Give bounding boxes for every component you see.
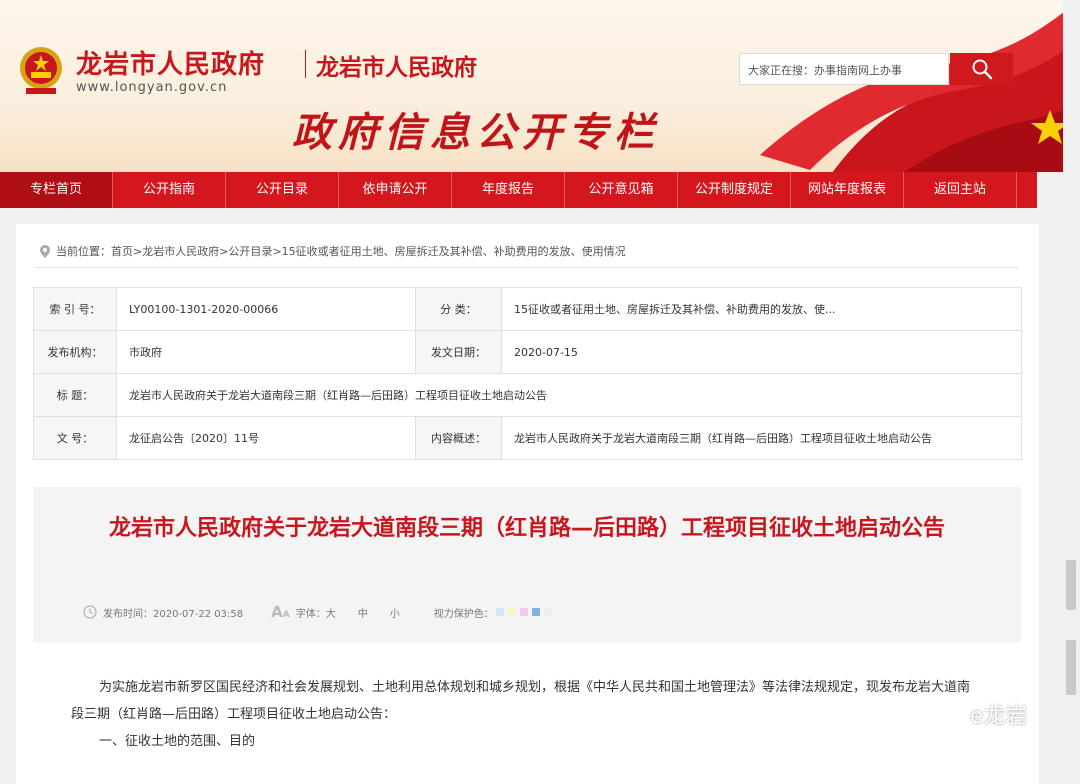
main-nav: 专栏首页 公开指南 公开目录 依申请公开 年度报告 公开意见箱 公开制度规定 网…	[0, 172, 1037, 208]
font-small-button[interactable]: 小	[390, 605, 400, 620]
meta-label: 索 引 号：	[33, 287, 117, 331]
breadcrumb-prefix: 当前位置：	[56, 245, 111, 258]
wechat-icon	[927, 702, 964, 726]
nav-item-home[interactable]: 专栏首页	[0, 172, 113, 208]
nav-item-back-main[interactable]: 返回主站	[904, 172, 1017, 208]
search-box	[739, 53, 949, 85]
breadcrumb-gov[interactable]: 龙岩市人民政府	[142, 243, 219, 259]
meta-label: 内容概述：	[415, 416, 502, 460]
nav-item-guide[interactable]: 公开指南	[113, 172, 226, 208]
site-name[interactable]: 龙岩市人民政府	[76, 44, 265, 81]
meta-date-value: 2020-07-15	[501, 330, 1022, 374]
search-button[interactable]	[950, 53, 1013, 85]
breadcrumb-separator: >	[272, 244, 282, 258]
national-emblem-icon	[20, 47, 62, 94]
banner-title: 政府信息公开专栏	[292, 109, 660, 156]
article-body: 为实施龙岩市新罗区国民经济和社会发展规划、土地利用总体规划和城乡规划，根据《中华…	[71, 674, 981, 755]
article-title: 龙岩市人民政府关于龙岩大道南段三期（红肖路—后田路）工程项目征收土地启动公告	[108, 516, 945, 541]
document-meta-table: 索 引 号： LY00100-1301-2020-00066 分 类： 15征收…	[33, 287, 1022, 460]
eye-color-swatch[interactable]	[543, 608, 552, 616]
search-input[interactable]	[746, 55, 946, 85]
nav-item-mailbox[interactable]: 公开意见箱	[565, 172, 678, 208]
search-icon	[972, 59, 992, 80]
article-header: 龙岩市人民政府关于龙岩大道南段三期（红肖路—后田路）工程项目征收土地启动公告 发…	[33, 487, 1021, 642]
nav-item-rules[interactable]: 公开制度规定	[678, 172, 791, 208]
title-divider	[305, 50, 306, 78]
eye-color-swatch[interactable]	[519, 608, 528, 616]
meta-label: 分 类：	[415, 287, 502, 331]
article-paragraph: 为实施龙岩市新罗区国民经济和社会发展规划、土地利用总体规划和城乡规划，根据《中华…	[71, 680, 971, 722]
site-url: www.longyan.gov.cn	[76, 80, 228, 95]
breadcrumb-catalog[interactable]: 公开目录	[228, 243, 272, 259]
scrollbar-thumb-secondary[interactable]	[1066, 640, 1076, 695]
nav-item-application[interactable]: 依申请公开	[339, 172, 452, 208]
font-size-label: 字体：	[295, 608, 326, 620]
article-meta-row: 发布时间：2020-07-22 03:58 AA 字体： 大 中 小 视力保护色…	[83, 603, 552, 621]
clock-icon	[83, 605, 97, 619]
breadcrumb-separator: >	[133, 244, 143, 258]
breadcrumb-separator: >	[219, 244, 229, 258]
watermark-text: e龙岩	[970, 704, 1028, 729]
red-flag-decoration	[760, 0, 1080, 172]
watermark: e龙岩	[926, 698, 1028, 730]
font-medium-button[interactable]: 中	[358, 605, 368, 620]
eye-color-swatch[interactable]	[495, 608, 504, 616]
eye-color-swatch[interactable]	[531, 608, 540, 616]
nav-item-annual-report[interactable]: 年度报告	[452, 172, 565, 208]
meta-summary-value: 龙岩市人民政府关于龙岩大道南段三期（红肖路—后田路）工程项目征收土地启动公告	[501, 416, 1022, 460]
main-content: 当前位置： 首页 > 龙岩市人民政府 > 公开目录 > 15征收或者征用土地、房…	[16, 224, 1039, 784]
nav-item-catalog[interactable]: 公开目录	[226, 172, 339, 208]
meta-label: 文 号：	[33, 416, 117, 460]
publish-time: 发布时间：2020-07-22 03:58	[103, 608, 244, 620]
breadcrumb-category[interactable]: 15征收或者征用土地、房屋拆迁及其补偿、补助费用的发放、使用情况	[282, 243, 626, 259]
eye-color-swatches	[495, 608, 552, 616]
meta-label: 发布机构：	[33, 330, 117, 374]
meta-label: 发文日期：	[415, 330, 502, 374]
scrollbar-thumb[interactable]	[1066, 560, 1076, 610]
article-section-heading: 一、征收土地的范围、目的	[99, 734, 256, 749]
font-size-icon: AA	[271, 603, 290, 621]
meta-category-value: 15征收或者征用土地、房屋拆迁及其补偿、补助费用的发放、使...	[501, 287, 1022, 331]
meta-docno-value: 龙征启公告〔2020〕11号	[116, 416, 416, 460]
font-large-button[interactable]: 大	[326, 605, 336, 620]
meta-index-value: LY00100-1301-2020-00066	[116, 287, 416, 331]
vertical-scrollbar[interactable]	[1063, 0, 1080, 766]
eye-protect-label: 视力保护色：	[433, 608, 494, 620]
breadcrumb-divider	[36, 267, 1019, 268]
breadcrumb: 当前位置： 首页 > 龙岩市人民政府 > 公开目录 > 15征收或者征用土地、房…	[40, 243, 626, 259]
site-name-secondary: 龙岩市人民政府	[316, 55, 477, 81]
breadcrumb-home[interactable]: 首页	[111, 243, 133, 259]
eye-color-swatch[interactable]	[507, 608, 516, 616]
meta-title-value: 龙岩市人民政府关于龙岩大道南段三期（红肖路—后田路）工程项目征收土地启动公告	[116, 373, 1022, 417]
meta-label: 标 题：	[33, 373, 117, 417]
meta-publisher-value: 市政府	[116, 330, 416, 374]
site-header: 龙岩市人民政府 龙岩市人民政府 www.longyan.gov.cn 政府信息公…	[0, 0, 1080, 172]
nav-item-site-report[interactable]: 网站年度报表	[791, 172, 904, 208]
location-pin-icon	[40, 244, 50, 258]
